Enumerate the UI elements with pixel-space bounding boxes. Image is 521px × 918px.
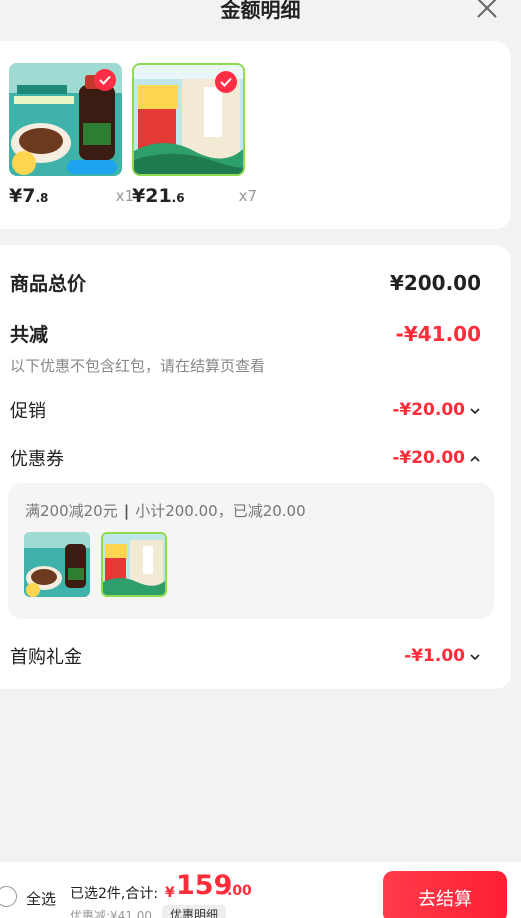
product-price: ¥21.6 <box>132 185 185 207</box>
chevron-down-icon[interactable] <box>469 651 481 663</box>
rice-product-thumbnail <box>101 532 167 597</box>
promotion-label: 促销 <box>10 401 46 422</box>
product-quantity: x7 <box>238 187 257 205</box>
close-icon[interactable] <box>475 0 499 20</box>
product-price: ¥7.8 <box>9 185 49 207</box>
coupon-amount: -¥20.00 <box>392 448 465 468</box>
coupon-row[interactable]: 优惠券 -¥20.00 <box>10 445 481 471</box>
rice-product-image <box>132 63 245 176</box>
price-summary-card: 商品总价 ¥200.00 共减 -¥41.00 以下优惠不包含红包，请在结算页查… <box>0 245 511 689</box>
coupon-detail-line: 满200减20元 | 小计200.00，已减20.00 <box>25 500 306 521</box>
chevron-down-icon[interactable] <box>469 405 481 417</box>
sauce-product-thumbnail <box>24 532 90 597</box>
coupon-subtotal: 小计200.00，已减20.00 <box>135 502 306 520</box>
coupon-value: -¥20.00 <box>392 448 481 468</box>
total-price-value: ¥200.00 <box>389 270 481 295</box>
discount-detail-button[interactable]: 优惠明细 <box>162 905 227 918</box>
discount-note: 以下优惠不包含红包，请在结算页查看 <box>10 357 266 375</box>
total-amount-decimal: .00 <box>227 883 252 899</box>
total-amount: 159 <box>176 870 233 901</box>
product-item[interactable]: ¥21.6 x7 <box>132 63 257 207</box>
checkout-bar: 全选 已选2件,合计: ¥ 159 .00 优惠减:¥41.00 优惠明细 去结… <box>0 862 521 918</box>
promotion-value: -¥20.00 <box>392 400 481 420</box>
coupon-rule: 满200减20元 <box>25 502 118 520</box>
check-icon[interactable] <box>215 71 237 93</box>
first-purchase-gift-amount: -¥1.00 <box>404 646 465 666</box>
total-price-label: 商品总价 <box>10 273 87 295</box>
check-icon[interactable] <box>94 69 116 91</box>
select-all-label[interactable]: 全选 <box>26 888 56 909</box>
first-purchase-gift-row[interactable]: 首购礼金 -¥1.00 <box>10 643 481 669</box>
sheet-title: 金额明细 <box>220 0 301 22</box>
coupon-detail-box: 满200减20元 | 小计200.00，已减20.00 <box>8 483 494 619</box>
product-item[interactable]: ¥7.8 x1 <box>9 63 134 207</box>
sheet-header: 金额明细 <box>0 0 521 40</box>
promotion-amount: -¥20.00 <box>392 400 465 420</box>
total-discount-row: 共减 -¥41.00 <box>10 320 481 347</box>
total-discount-value: -¥41.00 <box>395 321 481 346</box>
chevron-up-icon[interactable] <box>469 453 481 465</box>
total-price-row: 商品总价 ¥200.00 <box>10 269 481 296</box>
promotion-row[interactable]: 促销 -¥20.00 <box>10 397 481 423</box>
first-purchase-gift-value: -¥1.00 <box>404 646 481 666</box>
select-all-checkbox[interactable] <box>0 886 17 907</box>
first-purchase-gift-label: 首购礼金 <box>10 647 82 668</box>
total-discount-label: 共减 <box>10 324 49 346</box>
discount-summary: 优惠减:¥41.00 <box>70 909 153 918</box>
total-currency: ¥ <box>165 885 175 901</box>
selected-count-text: 已选2件,合计: <box>70 886 159 902</box>
coupon-separator: | <box>123 502 130 520</box>
sauce-product-image <box>9 63 122 176</box>
checkout-button[interactable]: 去结算 <box>383 871 507 918</box>
coupon-label: 优惠券 <box>10 449 64 470</box>
selected-products-card: ¥7.8 x1 ¥21.6 x7 <box>0 41 511 229</box>
